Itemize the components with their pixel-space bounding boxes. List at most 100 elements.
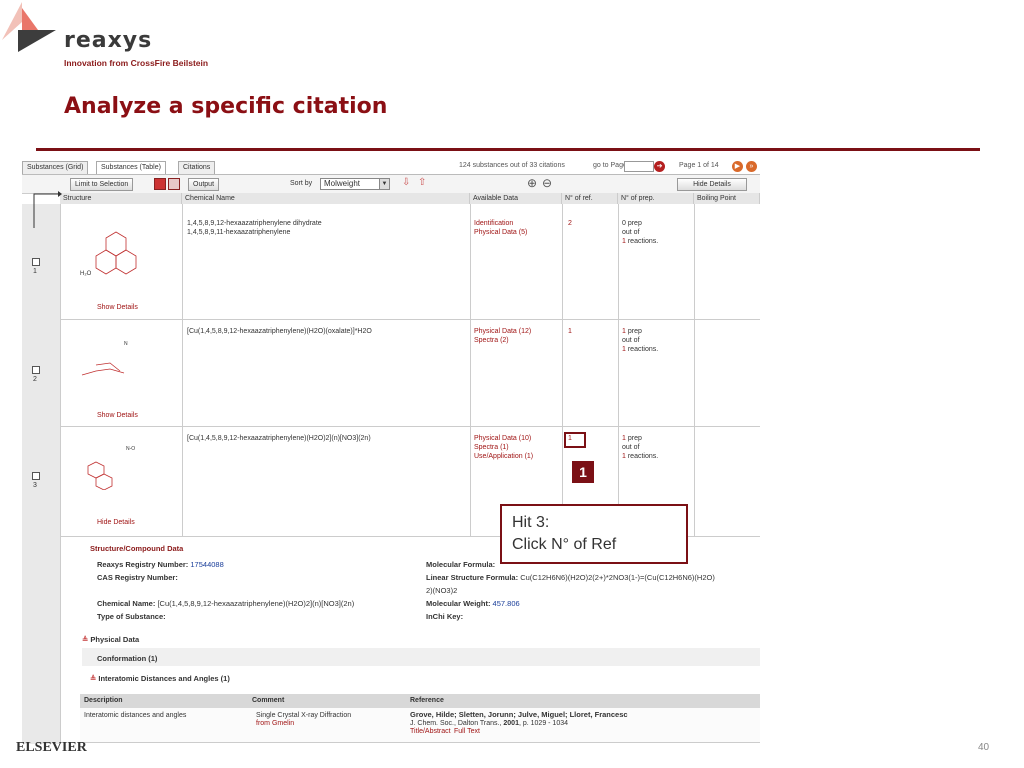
col-boiling-point[interactable]: Boiling Point (694, 193, 760, 204)
row-checkbox[interactable] (32, 366, 40, 374)
title-divider (36, 148, 980, 151)
physical-data-label[interactable]: Physical Data (90, 635, 139, 644)
structure-image[interactable]: H₂O (76, 220, 156, 290)
prep-label: prep (625, 435, 642, 442)
prep-out-of: out of (622, 229, 640, 236)
svg-text:H₂O: H₂O (80, 271, 92, 277)
page-number: 40 (978, 742, 990, 753)
tab-citations[interactable]: Citations (178, 161, 216, 174)
tab-bar: Substances (Grid) Substances (Table) Cit… (22, 160, 760, 175)
sort-descending-icon[interactable]: ⇩ (402, 177, 410, 188)
row-number: 3 (33, 482, 37, 489)
page-number-input[interactable] (624, 161, 654, 172)
structure-image[interactable]: N-O (76, 440, 156, 490)
hide-details-button[interactable]: Hide Details (677, 178, 747, 191)
column-divider (562, 204, 563, 536)
prep-out-of: out of (622, 337, 640, 344)
zoom-in-icon[interactable]: ⊕ (527, 176, 537, 190)
prep-reactions[interactable]: 1 reactions. (622, 346, 658, 354)
print-icon[interactable] (168, 178, 180, 190)
reference-row: Interatomic distances and angles Single … (80, 708, 760, 743)
col-available-data[interactable]: Available Data (470, 193, 562, 204)
select-arrow-icon (33, 191, 62, 228)
chemical-name[interactable]: 1,4,5,8,9,12-hexaazatriphenylene dihydra… (187, 220, 322, 228)
reference-table-header: Description Comment Reference (80, 694, 760, 708)
sort-by-label: Sort by (290, 180, 313, 187)
chemical-name[interactable]: [Cu(1,4,5,8,9,12-hexaazatriphenylene)(H2… (187, 328, 372, 336)
sort-select[interactable]: Molweight ▼ (320, 178, 390, 190)
svg-text:N: N (124, 341, 128, 347)
reaxys-logo-mark (2, 2, 56, 52)
conformation-bar (82, 648, 760, 666)
substance-type-label: Type of Substance: (97, 612, 166, 621)
interatomic-label[interactable]: Interatomic Distances and Angles (1) (98, 674, 229, 683)
output-button[interactable]: Output (188, 178, 220, 191)
tab-substances-table[interactable]: Substances (Table) (96, 161, 166, 174)
prep-count[interactable]: 1 prep (622, 328, 642, 336)
row-checkbox[interactable] (32, 472, 40, 480)
available-data-link[interactable]: Physical Data (10) (474, 435, 531, 443)
available-data-link[interactable]: Physical Data (5) (474, 229, 527, 237)
col-chemical-name[interactable]: Chemical Name (182, 193, 470, 204)
structure-image[interactable]: N (76, 335, 156, 385)
show-details-link[interactable]: Show Details (97, 412, 138, 420)
available-data-link[interactable]: Spectra (2) (474, 337, 509, 345)
page-info: Page 1 of 14 (679, 162, 719, 169)
sort-ascending-icon[interactable]: ⇧ (418, 177, 426, 188)
ref-journal: J. Chem. Soc., Dalton Trans., (410, 720, 502, 727)
tab-substances-grid[interactable]: Substances (Grid) (22, 161, 89, 174)
column-divider (182, 204, 183, 536)
reactions-label: reactions. (625, 238, 659, 245)
linear-formula-label: Linear Structure Formula: (426, 573, 519, 582)
num-ref-link[interactable]: 2 (568, 220, 572, 228)
available-data-link[interactable]: Physical Data (12) (474, 328, 531, 336)
num-ref-highlight (564, 432, 586, 448)
col-structure[interactable]: Structure (60, 193, 182, 204)
registry-value[interactable]: 17544088 (190, 560, 223, 569)
col-num-prep[interactable]: N° of prep. (618, 193, 694, 204)
collapse-icon[interactable]: ≜ (82, 635, 88, 644)
logo-tagline: Innovation from CrossFire Beilstein (64, 58, 209, 68)
chemical-name[interactable]: 1,4,5,8,9,11-hexaazatriphenylene (187, 229, 290, 237)
prep-reactions[interactable]: 1 reactions. (622, 453, 658, 461)
slide-title: Analyze a specific citation (64, 94, 388, 119)
col-num-ref[interactable]: N° of ref. (562, 193, 618, 204)
reactions-label: reactions. (625, 453, 659, 460)
ref-authors: Grove, Hilde; Sletten, Jorunn; Julve, Mi… (410, 710, 628, 719)
molecular-weight-label: Molecular Weight: (426, 599, 491, 608)
full-text-link[interactable]: Full Text (454, 728, 480, 736)
details-section-title[interactable]: Structure/Compound Data (90, 544, 183, 553)
prep-reactions[interactable]: 1 reactions. (622, 238, 658, 246)
conformation-label[interactable]: Conformation (1) (97, 654, 157, 663)
step-badge: 1 (572, 461, 594, 483)
zoom-out-icon[interactable]: ⊖ (542, 176, 552, 190)
column-divider (618, 204, 619, 536)
next-page-icon[interactable]: ▶ (732, 161, 743, 172)
linear-formula-cont: 2)(NO3)2 (426, 586, 458, 595)
available-data-link[interactable]: Identification (474, 220, 513, 228)
show-details-link[interactable]: Show Details (97, 304, 138, 312)
available-data-link[interactable]: Use/Application (1) (474, 453, 533, 461)
title-abstract-link[interactable]: Title/Abstract (410, 728, 451, 736)
collapse-icon[interactable]: ≜ (90, 674, 96, 683)
toolbar: Limit to Selection Output Sort by Molwei… (22, 175, 760, 194)
callout-box: Hit 3: Click N° of Ref (500, 504, 688, 564)
available-data-link[interactable]: Spectra (1) (474, 444, 509, 452)
go-arrow-icon[interactable]: ➔ (654, 161, 665, 172)
chemical-name-value: [Cu(1,4,5,8,9,12-hexaazatriphenylene)(H2… (157, 599, 355, 608)
molecular-weight: Molecular Weight: 457.806 (426, 599, 520, 608)
prep-label: prep (625, 328, 642, 335)
goto-page-label: go to Page (593, 162, 627, 169)
registry-label: Reaxys Registry Number: (97, 560, 189, 569)
molecular-weight-value: 457.806 (492, 599, 520, 608)
row-checkbox[interactable] (32, 258, 40, 266)
last-page-icon[interactable]: » (746, 161, 757, 172)
elsevier-logo: ELSEVIER (16, 740, 87, 752)
export-icon[interactable] (154, 178, 166, 190)
limit-to-selection-button[interactable]: Limit to Selection (70, 178, 134, 191)
num-ref-link[interactable]: 1 (568, 328, 572, 336)
chemical-name[interactable]: [Cu(1,4,5,8,9,12-hexaazatriphenylene)(H2… (187, 435, 371, 443)
ref-description: Interatomic distances and angles (84, 712, 187, 719)
prep-count[interactable]: 1 prep (622, 435, 642, 443)
hide-details-link[interactable]: Hide Details (97, 519, 135, 527)
